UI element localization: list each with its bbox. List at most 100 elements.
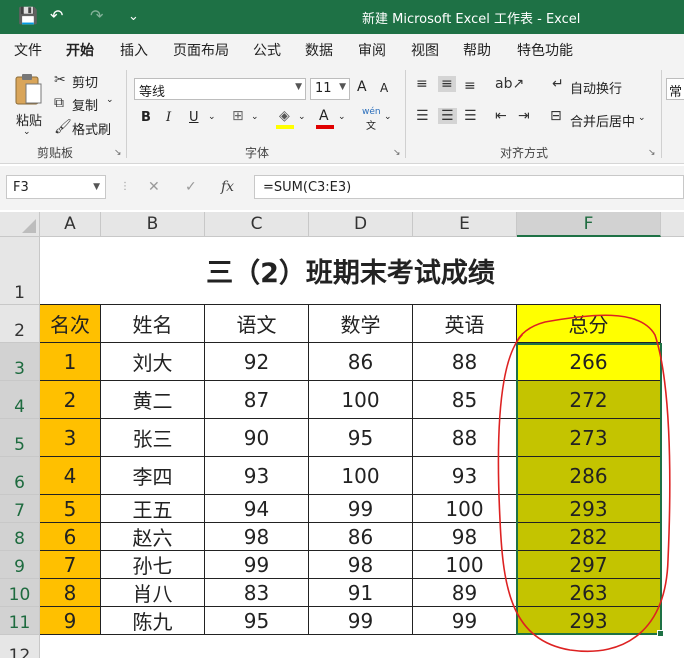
redo-icon[interactable]: ↷ — [90, 6, 103, 25]
font-color-dropdown-icon[interactable]: ⌄ — [338, 112, 346, 122]
cell-chinese[interactable]: 92 — [205, 343, 309, 381]
merge-center-button[interactable]: 合并后居中 — [570, 111, 635, 130]
row-header-10[interactable]: 10 — [0, 579, 40, 607]
tab-data[interactable]: 数据 — [305, 40, 333, 60]
row-header-11[interactable]: 11 — [0, 607, 40, 635]
cell-chinese[interactable]: 83 — [205, 579, 309, 607]
cell-rank[interactable]: 4 — [40, 457, 101, 495]
cell-english[interactable]: 100 — [413, 495, 517, 523]
cell-total[interactable]: 293 — [517, 607, 661, 635]
cell-math[interactable]: 100 — [309, 381, 413, 419]
merge-dropdown-icon[interactable]: ⌄ — [638, 113, 646, 123]
cell-math[interactable]: 98 — [309, 551, 413, 579]
copy-dropdown-icon[interactable]: ⌄ — [106, 95, 114, 105]
underline-dropdown-icon[interactable]: ⌄ — [208, 112, 216, 122]
header-rank[interactable]: 名次 — [40, 305, 101, 343]
phonetic-dropdown-icon[interactable]: ⌄ — [384, 112, 392, 122]
italic-button[interactable]: I — [166, 110, 171, 125]
cancel-icon[interactable]: ✕ — [148, 179, 160, 195]
cell-name[interactable]: 黄二 — [101, 381, 205, 419]
insert-function-icon[interactable]: fx — [221, 179, 234, 195]
header-english[interactable]: 英语 — [413, 305, 517, 343]
select-all-corner[interactable] — [0, 212, 40, 237]
sheet-title-cell[interactable]: 三（2）班期末考试成绩 — [40, 237, 661, 305]
cell-math[interactable]: 86 — [309, 343, 413, 381]
fill-handle[interactable] — [657, 630, 664, 637]
cell-name[interactable]: 张三 — [101, 419, 205, 457]
row-header-1[interactable]: 1 — [0, 237, 40, 305]
align-top-icon[interactable]: ≡ — [416, 76, 428, 92]
column-header-g[interactable] — [661, 212, 684, 237]
tab-review[interactable]: 审阅 — [358, 40, 386, 60]
column-header-b[interactable]: B — [101, 212, 205, 237]
tab-insert[interactable]: 插入 — [120, 40, 148, 60]
bold-button[interactable]: B — [141, 110, 151, 125]
column-header-d[interactable]: D — [309, 212, 413, 237]
increase-indent-icon[interactable]: ⇥ — [518, 108, 530, 124]
row-header-9[interactable]: 9 — [0, 551, 40, 579]
tab-help[interactable]: 帮助 — [463, 40, 491, 60]
align-center-icon[interactable]: ☰ — [438, 108, 457, 124]
phonetic-button[interactable]: wén — [362, 107, 381, 117]
save-icon[interactable]: 💾 — [18, 6, 38, 25]
cell-chinese[interactable]: 98 — [205, 523, 309, 551]
fill-color-button[interactable]: ◈ — [276, 108, 296, 130]
cell-name[interactable]: 孙七 — [101, 551, 205, 579]
tab-home[interactable]: 开始 — [66, 40, 94, 67]
cell-chinese[interactable]: 87 — [205, 381, 309, 419]
cell-total[interactable]: 272 — [517, 381, 661, 419]
column-header-c[interactable]: C — [205, 212, 309, 237]
clipboard-launcher-icon[interactable]: ↘ — [114, 148, 122, 158]
undo-icon[interactable]: ↶ — [50, 6, 63, 25]
customize-quick-access-icon[interactable]: ⌄ — [128, 9, 139, 24]
cell-rank[interactable]: 1 — [40, 343, 101, 381]
cell-english[interactable]: 89 — [413, 579, 517, 607]
cell-math[interactable]: 86 — [309, 523, 413, 551]
column-header-f[interactable]: F — [517, 212, 661, 237]
cell-name[interactable]: 李四 — [101, 457, 205, 495]
row-header-5[interactable]: 5 — [0, 419, 40, 457]
cell-chinese[interactable]: 90 — [205, 419, 309, 457]
cell-name[interactable]: 刘大 — [101, 343, 205, 381]
border-dropdown-icon[interactable]: ⌄ — [251, 112, 259, 122]
cell-total[interactable]: 282 — [517, 523, 661, 551]
header-math[interactable]: 数学 — [309, 305, 413, 343]
cell-chinese[interactable]: 94 — [205, 495, 309, 523]
cell-rank[interactable]: 7 — [40, 551, 101, 579]
cell-english[interactable]: 93 — [413, 457, 517, 495]
align-middle-icon[interactable]: ≡ — [438, 76, 456, 92]
cell-english[interactable]: 85 — [413, 381, 517, 419]
header-name[interactable]: 姓名 — [101, 305, 205, 343]
cell-english[interactable]: 100 — [413, 551, 517, 579]
tab-view[interactable]: 视图 — [411, 40, 439, 60]
cell-chinese[interactable]: 99 — [205, 551, 309, 579]
cell-chinese[interactable]: 93 — [205, 457, 309, 495]
name-box[interactable]: F3 ▼ — [6, 175, 106, 199]
decrease-indent-icon[interactable]: ⇤ — [495, 108, 507, 124]
tab-page-layout[interactable]: 页面布局 — [173, 40, 229, 60]
cell-math[interactable]: 100 — [309, 457, 413, 495]
cell-english[interactable]: 88 — [413, 343, 517, 381]
cell-name[interactable]: 赵六 — [101, 523, 205, 551]
cell-math[interactable]: 95 — [309, 419, 413, 457]
row-header-2[interactable]: 2 — [0, 305, 40, 343]
cut-button[interactable]: 剪切 — [72, 72, 98, 91]
cell-math[interactable]: 99 — [309, 495, 413, 523]
cell-total[interactable]: 273 — [517, 419, 661, 457]
row-header-6[interactable]: 6 — [0, 457, 40, 495]
cell-rank[interactable]: 2 — [40, 381, 101, 419]
fill-color-dropdown-icon[interactable]: ⌄ — [298, 112, 306, 122]
cell-total[interactable]: 297 — [517, 551, 661, 579]
orientation-icon[interactable]: ab↗ — [495, 76, 524, 92]
cell-chinese[interactable]: 95 — [205, 607, 309, 635]
cell-english[interactable]: 98 — [413, 523, 517, 551]
align-bottom-icon[interactable]: ≡ — [464, 78, 476, 94]
cell-total-active[interactable]: 266 — [517, 343, 661, 381]
cell-name[interactable]: 肖八 — [101, 579, 205, 607]
cell-math[interactable]: 99 — [309, 607, 413, 635]
alignment-launcher-icon[interactable]: ↘ — [648, 148, 656, 158]
tab-formulas[interactable]: 公式 — [253, 40, 281, 60]
header-chinese[interactable]: 语文 — [205, 305, 309, 343]
row-header-7[interactable]: 7 — [0, 495, 40, 523]
row-header-12[interactable]: 12 — [0, 635, 40, 658]
